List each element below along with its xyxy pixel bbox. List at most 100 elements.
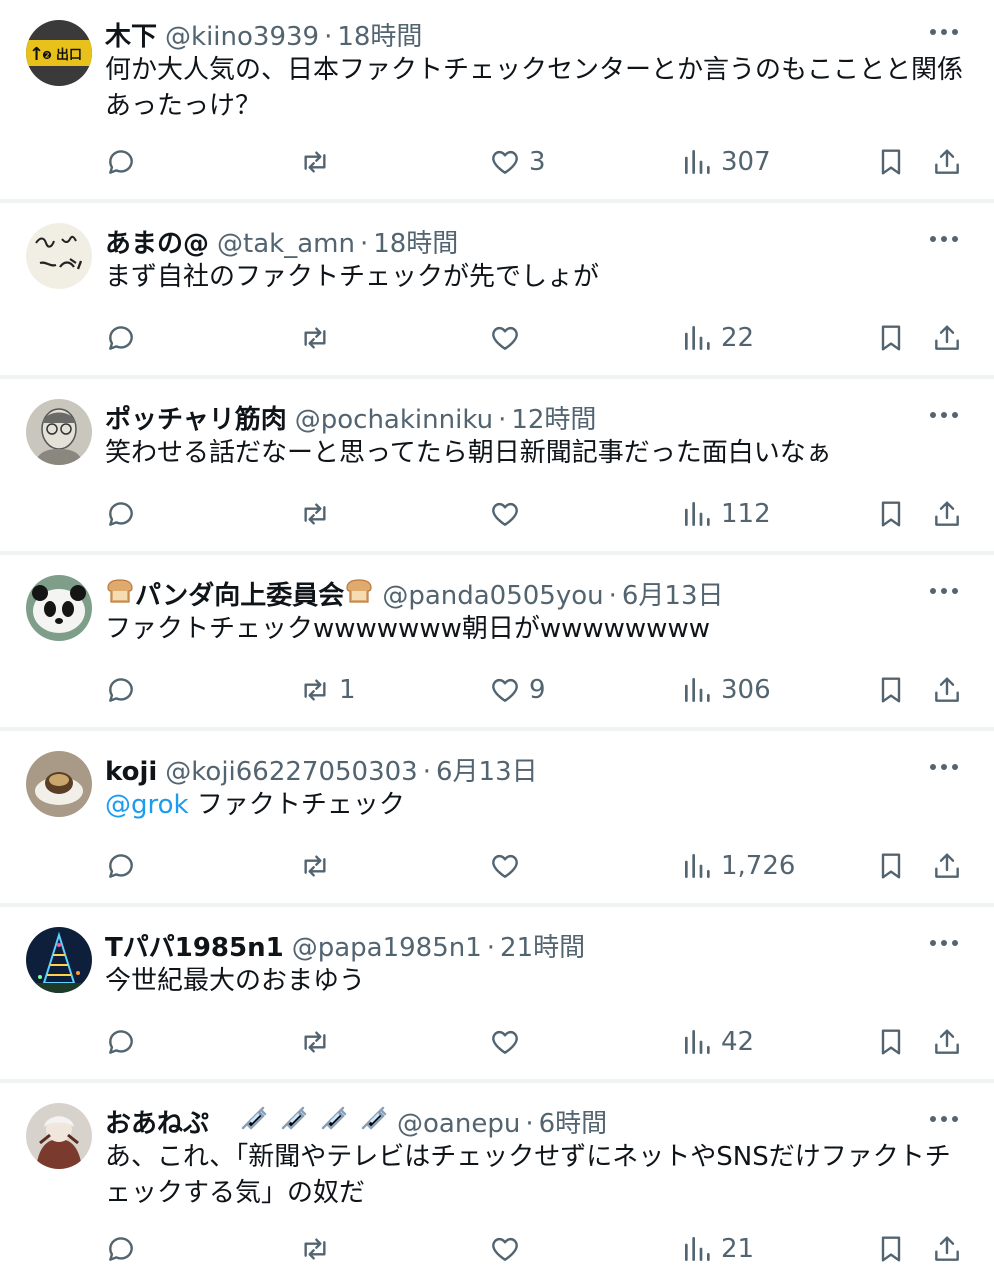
repost-button[interactable] <box>299 318 339 358</box>
post[interactable]: koji @koji66227050303 · 6月13日 @grok ファクト… <box>0 731 994 907</box>
timestamp[interactable]: 6時間 <box>539 1103 608 1140</box>
timestamp[interactable]: 18時間 <box>373 223 458 260</box>
like-button[interactable] <box>489 1022 529 1062</box>
bookmark-icon <box>881 1236 901 1262</box>
bookmark-button[interactable] <box>875 1229 907 1269</box>
like-button[interactable] <box>489 318 529 358</box>
avatar[interactable] <box>26 751 92 817</box>
post[interactable]: Tパパ1985n1 @papa1985n1 · 21時間 今世紀最大のおまゆう <box>0 907 994 1083</box>
reply-icon <box>109 854 133 878</box>
reply-button[interactable] <box>105 142 145 182</box>
bookmark-icon <box>881 677 901 703</box>
post-content: koji @koji66227050303 · 6月13日 @grok ファクト… <box>105 751 968 823</box>
timestamp[interactable]: 12時間 <box>511 399 596 436</box>
bookmark-button[interactable] <box>875 318 907 358</box>
reply-button[interactable] <box>105 494 145 534</box>
timestamp[interactable]: 18時間 <box>337 16 422 53</box>
display-name[interactable]: あまの@ <box>105 223 209 260</box>
share-button[interactable] <box>931 846 963 886</box>
bookmark-button[interactable] <box>875 1022 907 1062</box>
share-button[interactable] <box>931 670 963 710</box>
post-content: パンダ向上委員会 @panda0505you · 6月13日 ファクトチェックw… <box>105 575 968 647</box>
avatar[interactable] <box>26 399 92 465</box>
more-icon[interactable] <box>930 581 964 601</box>
like-button[interactable] <box>489 494 529 534</box>
like-button[interactable]: 3 <box>489 142 546 182</box>
reply-button[interactable] <box>105 670 145 710</box>
like-icon <box>492 1030 518 1054</box>
bookmark-icon <box>881 853 901 879</box>
avatar[interactable] <box>26 575 92 641</box>
user-handle[interactable]: @pochakinniku <box>295 405 493 435</box>
display-name[interactable]: おあねぷ <box>105 1103 209 1140</box>
reply-button[interactable] <box>105 1022 145 1062</box>
repost-button[interactable] <box>299 846 339 886</box>
user-handle[interactable]: @oanepu <box>397 1109 520 1139</box>
views-button[interactable]: 21 <box>681 1229 754 1269</box>
timestamp[interactable]: 6月13日 <box>622 575 724 612</box>
display-name[interactable]: 木下 <box>105 16 157 53</box>
reply-button[interactable] <box>105 318 145 358</box>
bookmark-button[interactable] <box>875 846 907 886</box>
avatar[interactable] <box>26 1103 92 1169</box>
user-handle[interactable]: @koji66227050303 <box>165 757 417 787</box>
views-button[interactable]: 112 <box>681 494 771 534</box>
views-button[interactable]: 22 <box>681 318 754 358</box>
bookmark-button[interactable] <box>875 494 907 534</box>
repost-button[interactable] <box>299 1022 339 1062</box>
user-handle[interactable]: @kiino3939 <box>165 22 319 52</box>
post-header: 木下 @kiino3939 · 18時間 <box>105 16 968 53</box>
share-button[interactable] <box>931 318 963 358</box>
avatar[interactable] <box>26 223 92 289</box>
more-icon[interactable] <box>930 933 964 953</box>
repost-icon <box>304 1238 326 1260</box>
display-name[interactable]: Tパパ1985n1 <box>105 927 284 964</box>
repost-button[interactable] <box>299 494 339 534</box>
avatar[interactable]: ↑ ❷ 出口 <box>26 20 92 86</box>
post[interactable]: パンダ向上委員会 @panda0505you · 6月13日 ファクトチェックw… <box>0 555 994 731</box>
views-button[interactable]: 307 <box>681 142 771 182</box>
like-icon <box>492 502 518 526</box>
more-icon[interactable] <box>930 405 964 425</box>
post[interactable]: ↑ ❷ 出口 木下 @kiino3939 · 18時間 何か大人気の、日本ファク… <box>0 0 994 203</box>
view-count: 42 <box>721 1027 755 1057</box>
more-icon[interactable] <box>930 22 964 42</box>
separator-dot: · <box>498 405 507 435</box>
reply-button[interactable] <box>105 846 145 886</box>
timestamp[interactable]: 6月13日 <box>436 751 538 788</box>
repost-button[interactable] <box>299 142 339 182</box>
more-icon[interactable] <box>930 229 964 249</box>
display-name[interactable]: koji <box>105 757 157 787</box>
display-name[interactable]: ポッチャリ筋肉 <box>105 399 287 436</box>
mention-link[interactable]: @grok <box>105 790 189 820</box>
user-handle[interactable]: @panda0505you <box>382 581 603 611</box>
like-button[interactable] <box>489 846 529 886</box>
display-name[interactable]: パンダ向上委員会 <box>135 575 344 612</box>
reply-button[interactable] <box>105 1229 145 1269</box>
bookmark-button[interactable] <box>875 670 907 710</box>
more-icon[interactable] <box>930 757 964 777</box>
bookmark-icon <box>881 1029 901 1055</box>
share-button[interactable] <box>931 142 963 182</box>
post-header: koji @koji66227050303 · 6月13日 <box>105 751 968 788</box>
views-button[interactable]: 1,726 <box>681 846 795 886</box>
bookmark-button[interactable] <box>875 142 907 182</box>
share-button[interactable] <box>931 494 963 534</box>
like-count: 9 <box>529 675 546 705</box>
avatar[interactable] <box>26 927 92 993</box>
timestamp[interactable]: 21時間 <box>500 927 585 964</box>
views-button[interactable]: 42 <box>681 1022 754 1062</box>
share-button[interactable] <box>931 1229 963 1269</box>
user-handle[interactable]: @papa1985n1 <box>292 933 482 963</box>
repost-button[interactable]: 1 <box>299 670 356 710</box>
post[interactable]: おあねぷ @oanepu · 6時間 あ、これ、「新聞やテレビはチェックせずにネ… <box>0 1083 994 1286</box>
user-handle[interactable]: @tak_amn <box>217 229 355 259</box>
views-button[interactable]: 306 <box>681 670 771 710</box>
more-icon[interactable] <box>930 1109 964 1129</box>
like-button[interactable] <box>489 1229 529 1269</box>
post[interactable]: あまの@ @tak_amn · 18時間 まず自社のファクトチェックが先でしょが <box>0 203 994 379</box>
post[interactable]: ポッチャリ筋肉 @pochakinniku · 12時間 笑わせる話だなーと思っ… <box>0 379 994 555</box>
like-button[interactable]: 9 <box>489 670 546 710</box>
repost-button[interactable] <box>299 1229 339 1269</box>
share-button[interactable] <box>931 1022 963 1062</box>
